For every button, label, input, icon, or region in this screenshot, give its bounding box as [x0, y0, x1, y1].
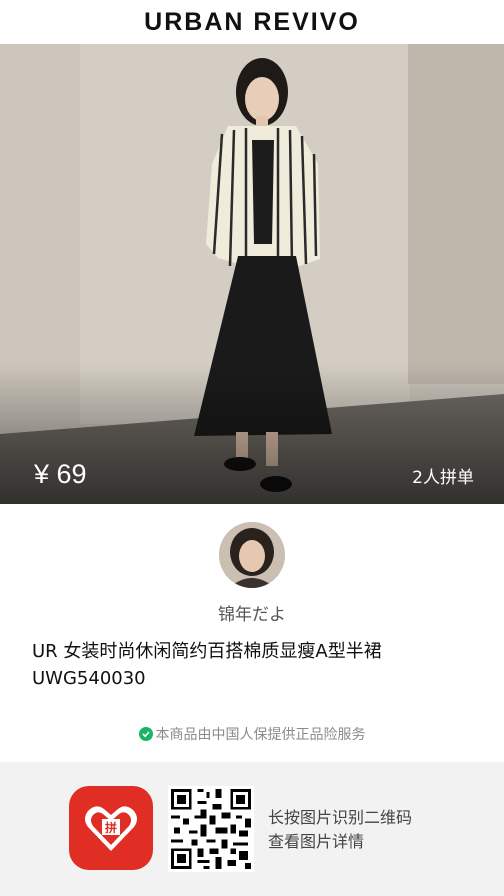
share-footer: 拼 长按图片识别二维码 查看图片详情: [0, 762, 504, 896]
product-title-line1: UR 女装时尚休闲简约百搭棉质显瘦A型半裙: [32, 641, 382, 662]
scan-line2: 查看图片详情: [268, 832, 365, 851]
guarantee-text: 本商品由中国人保提供正品险服务: [155, 727, 366, 743]
price-label: ¥ 69: [34, 459, 87, 489]
insurance-guarantee: 本商品由中国人保提供正品险服务: [0, 724, 504, 744]
product-title: UR 女装时尚休闲简约百搭棉质显瘦A型半裙 UWG540030: [32, 638, 482, 692]
product-code: UWG540030: [32, 668, 146, 689]
qr-code[interactable]: [168, 786, 254, 872]
seller-name: 锦年だよ: [218, 605, 286, 625]
avatar-photo: [219, 522, 285, 588]
seller-avatar[interactable]: [219, 522, 285, 588]
pinduoduo-app-icon: 拼: [69, 786, 153, 870]
scan-instructions: 长按图片识别二维码 查看图片详情: [268, 806, 412, 854]
svg-text:拼: 拼: [105, 820, 117, 835]
product-hero-image[interactable]: ¥ 69 2人拼单: [0, 44, 504, 504]
shield-check-icon: [138, 727, 153, 741]
group-buy-label: 2人拼单: [412, 468, 474, 488]
scan-line1: 长按图片识别二维码: [268, 808, 413, 827]
brand-logo-text: URBAN REVIVO: [144, 7, 360, 36]
